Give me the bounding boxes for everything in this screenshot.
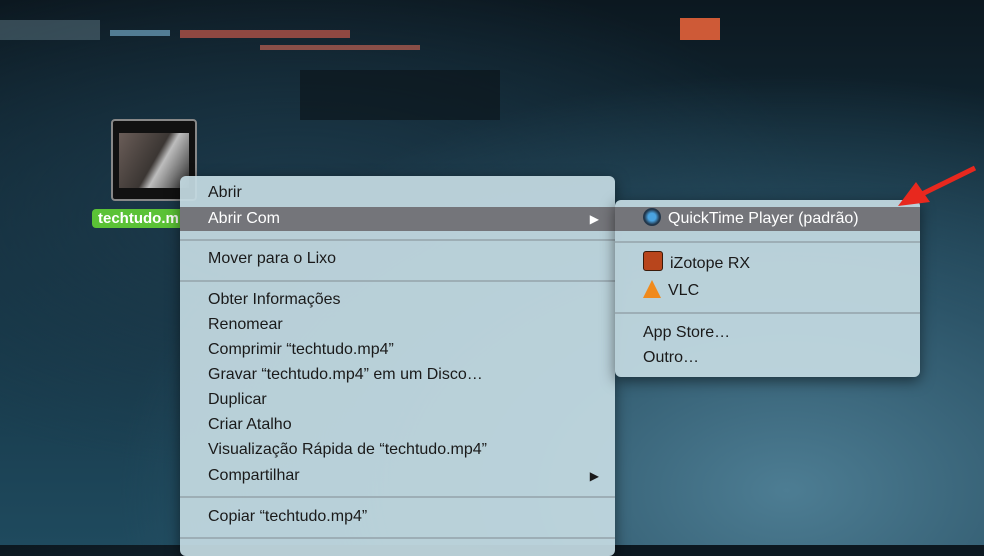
annotation-arrow-icon xyxy=(898,165,977,206)
menu-item-make-alias[interactable]: Criar Atalho xyxy=(180,413,615,437)
menu-item-open[interactable]: Abrir xyxy=(180,181,615,205)
submenu-item-quicktime[interactable]: QuickTime Player (padrão) xyxy=(615,207,920,231)
submenu-item-label: VLC xyxy=(668,282,700,299)
separator xyxy=(180,280,615,282)
submenu-item-label: iZotope RX xyxy=(670,255,751,272)
submenu-item-vlc[interactable]: VLC xyxy=(615,279,920,303)
vlc-icon xyxy=(643,280,661,298)
menu-item-rename[interactable]: Renomear xyxy=(180,313,615,337)
quicktime-icon xyxy=(643,208,661,226)
submenu-item-other[interactable]: Outro… xyxy=(615,346,920,370)
izotope-rx-icon xyxy=(643,251,663,271)
menu-item-compress[interactable]: Comprimir “techtudo.mp4” xyxy=(180,338,615,362)
separator xyxy=(615,312,920,314)
menu-item-copy[interactable]: Copiar “techtudo.mp4” xyxy=(180,505,615,529)
submenu-item-label: QuickTime Player (padrão) xyxy=(668,210,859,227)
separator xyxy=(180,496,615,498)
menu-item-open-with[interactable]: Abrir Com ▶ xyxy=(180,207,615,231)
menu-item-duplicate[interactable]: Duplicar xyxy=(180,388,615,412)
menu-item-label: Abrir Com xyxy=(208,210,281,227)
open-with-submenu: QuickTime Player (padrão) iZotope RX VLC… xyxy=(615,200,920,377)
menu-item-label: Compartilhar xyxy=(208,467,300,484)
separator xyxy=(180,537,615,539)
context-menu: Abrir Abrir Com ▶ Mover para o Lixo Obter… xyxy=(180,176,615,556)
submenu-item-app-store[interactable]: App Store… xyxy=(615,321,920,345)
menu-item-quick-look[interactable]: Visualização Rápida de “techtudo.mp4” xyxy=(180,438,615,462)
file-name-label[interactable]: techtudo.m xyxy=(92,209,185,228)
submenu-arrow-icon: ▶ xyxy=(589,212,599,226)
separator xyxy=(180,239,615,241)
video-thumbnail xyxy=(119,133,189,188)
menu-item-move-to-trash[interactable]: Mover para o Lixo xyxy=(180,247,615,271)
separator xyxy=(615,241,920,243)
submenu-item-izotope[interactable]: iZotope RX xyxy=(615,251,920,275)
wallpaper-lights xyxy=(0,18,720,120)
menu-item-burn[interactable]: Gravar “techtudo.mp4” em um Disco… xyxy=(180,363,615,387)
submenu-arrow-icon: ▶ xyxy=(589,469,599,483)
menu-item-get-info[interactable]: Obter Informações xyxy=(180,288,615,312)
menu-item-share[interactable]: Compartilhar ▶ xyxy=(180,464,615,488)
